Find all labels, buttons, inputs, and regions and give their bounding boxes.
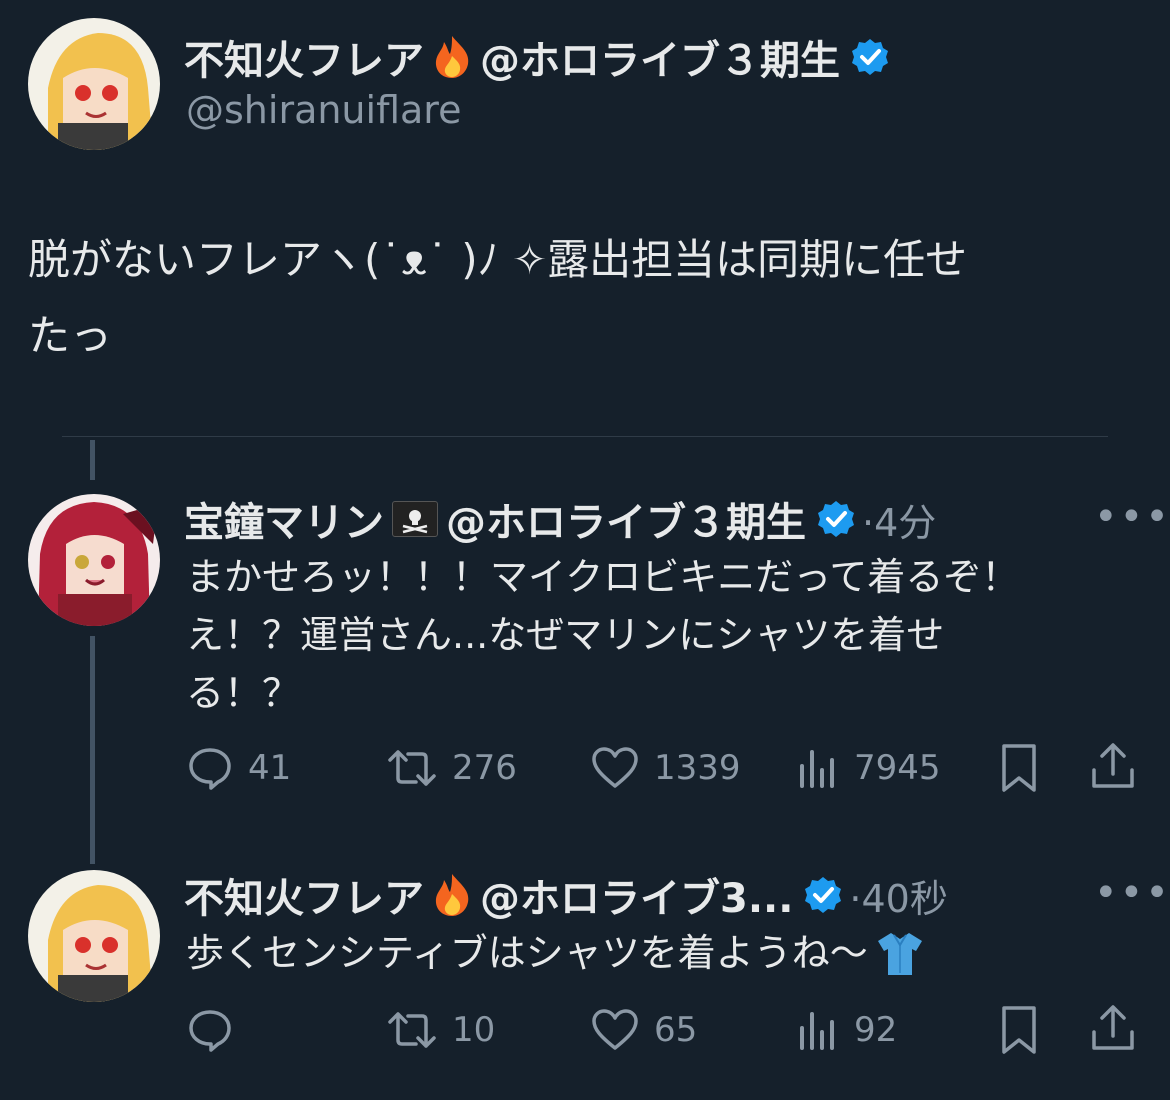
reply2-more-button[interactable]: ••• (1094, 870, 1170, 916)
reply2-like-count: 65 (654, 1010, 698, 1050)
views-icon (800, 1012, 834, 1050)
verified-badge-icon (850, 37, 890, 77)
reply2-views-button[interactable]: 92 (796, 1006, 897, 1054)
reply1-timestamp[interactable]: ·4分 (862, 492, 936, 547)
reply1-more-button[interactable]: ••• (1094, 494, 1170, 540)
main-author-handle[interactable]: @shiranuiflare (186, 88, 461, 132)
bookmark-icon (1002, 744, 1036, 792)
main-tweet-text-line2: たっ (28, 311, 113, 360)
reply1-bookmark-button[interactable] (998, 742, 1040, 798)
retweet-icon (388, 750, 436, 786)
reply1-text-line2: え！？運営さん...なぜマリンにシャツを着せ (186, 613, 945, 657)
reply2-author-affiliation: @ホロライブ3... (480, 876, 794, 922)
tweet-divider (62, 436, 1108, 437)
like-icon (592, 747, 638, 788)
main-tweet-text-line1: 脱がないフレアヽ(˙ᴥ˙ )ﾉ ✧露出担当は同期に任せ (28, 235, 968, 284)
reply1-views-button[interactable]: 7945 (796, 744, 941, 792)
like-icon (592, 1009, 638, 1050)
share-icon (1092, 1005, 1134, 1050)
pirate-flag-emoji (392, 501, 438, 537)
reply2-like-button[interactable]: 65 (590, 1006, 697, 1054)
reply-icon (189, 748, 231, 790)
share-icon (1092, 743, 1134, 788)
reply2-author-avatar[interactable] (28, 870, 160, 1002)
main-author-avatar[interactable] (28, 18, 160, 150)
main-author-affiliation: @ホロライブ３期生 (480, 38, 840, 84)
reply2-share-button[interactable] (1088, 1002, 1138, 1058)
bookmark-icon (1002, 1006, 1036, 1054)
retweet-icon (388, 1012, 436, 1048)
reply2-author-name[interactable]: 不知火フレア (184, 866, 424, 924)
reply1-text-line3: る！？ (186, 671, 301, 715)
reply1-author-affiliation: @ホロライブ３期生 (446, 500, 806, 546)
reply1-reply-count: 41 (248, 748, 292, 788)
reply1-share-button[interactable] (1088, 740, 1138, 796)
reply1-view-count: 7945 (854, 748, 941, 788)
thread-line-connector (90, 636, 95, 864)
fire-emoji (430, 34, 474, 80)
reply1-like-count: 1339 (654, 748, 741, 788)
reply1-retweet-button[interactable]: 276 (386, 744, 517, 792)
views-icon (800, 750, 834, 788)
thread-line-top (90, 440, 95, 480)
verified-badge-icon (803, 875, 843, 915)
verified-badge-icon (816, 499, 856, 539)
main-tweet-text: 脱がないフレアヽ(˙ᴥ˙ )ﾉ ✧露出担当は同期に任せ たっ (28, 222, 1148, 374)
reply2-retweet-button[interactable]: 10 (386, 1006, 495, 1054)
reply2-text-line1: 歩くセンシティブはシャツを着ようね～ (186, 931, 868, 975)
reply2-retweet-count: 10 (452, 1010, 496, 1050)
reply2-text: 歩くセンシティブはシャツを着ようね～ (186, 924, 1136, 982)
main-author-name[interactable]: 不知火フレア (184, 28, 424, 86)
reply1-author-avatar[interactable] (28, 494, 160, 626)
reply1-reply-button[interactable]: 41 (186, 744, 291, 792)
shirt-emoji (874, 929, 926, 977)
reply1-retweet-count: 276 (452, 748, 517, 788)
reply2-timestamp[interactable]: ·40秒 (849, 868, 947, 923)
reply1-text-line1: まかせろッ！！！マイクロビキニだって着るぞ！ (186, 555, 1020, 599)
reply1-like-button[interactable]: 1339 (590, 744, 741, 792)
fire-emoji (430, 872, 474, 918)
reply2-bookmark-button[interactable] (998, 1004, 1040, 1060)
reply-icon (189, 1010, 231, 1052)
reply2-reply-button[interactable] (186, 1006, 248, 1054)
reply2-view-count: 92 (854, 1010, 898, 1050)
reply1-author-name[interactable]: 宝鐘マリン (184, 490, 384, 548)
reply1-text: まかせろッ！！！マイクロビキニだって着るぞ！ え！？運営さん...なぜマリンにシ… (186, 548, 1136, 722)
